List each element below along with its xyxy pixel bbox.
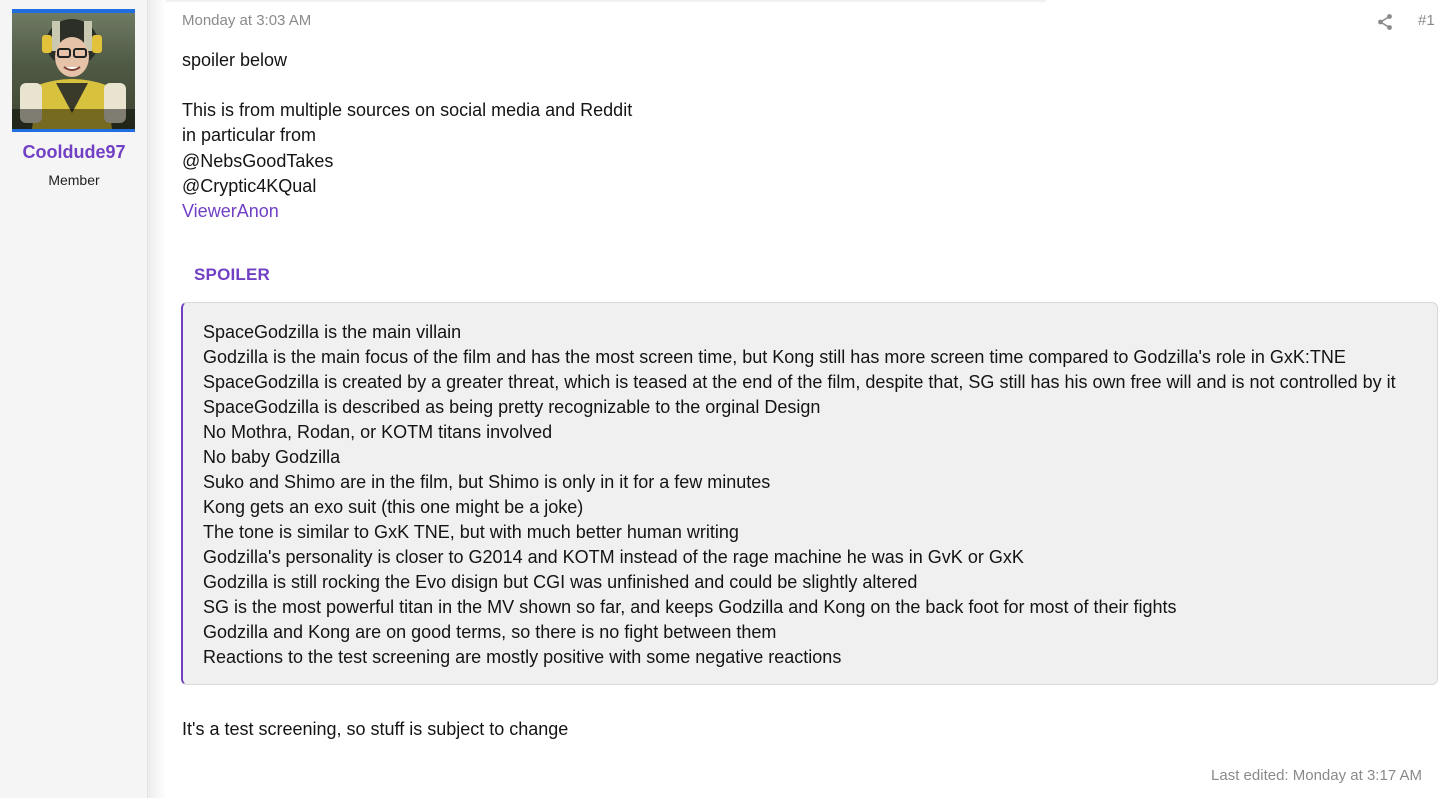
spoiler-item: The tone is similar to GxK TNE, but with… — [203, 522, 739, 542]
vieweranon-link[interactable]: ViewerAnon — [182, 201, 279, 221]
spoiler-item: SG is the most powerful titan in the MV … — [203, 597, 1177, 617]
user-cell-shadow — [148, 0, 166, 798]
post-body: spoiler below This is from multiple sour… — [182, 48, 1432, 224]
avatar[interactable] — [12, 9, 135, 132]
user-title: Member — [48, 172, 100, 188]
spoiler-item: No baby Godzilla — [203, 447, 341, 467]
body-line: This is from multiple sources on social … — [182, 100, 633, 121]
spoiler-item: Godzilla is still rocking the Evo disign… — [203, 572, 918, 592]
spoiler-list: SpaceGodzilla is the main villain Godzill… — [203, 320, 1427, 670]
body-line: in particular from — [182, 125, 317, 146]
spoiler-item: Godzilla's personality is closer to G201… — [203, 547, 1024, 567]
spoiler-item: SpaceGodzilla is described as being pret… — [203, 397, 821, 417]
body-line: spoiler below — [182, 50, 288, 70]
avatar-image — [12, 19, 135, 129]
mention-cryptic4kqual: @Cryptic4KQual — [182, 175, 317, 196]
username-link[interactable]: Cooldude97 — [0, 142, 148, 163]
last-edited-info: Last edited: Monday at 3:17 AM — [1211, 767, 1422, 784]
spoiler-item: SpaceGodzilla is created by a greater th… — [203, 372, 1396, 392]
closing-text: It's a test screening, so stuff is subje… — [182, 719, 569, 739]
mention-nebsgoodtakes: @NebsGoodTakes — [182, 150, 334, 171]
spoiler-toggle-button[interactable]: SPOILER — [194, 265, 270, 285]
post-number-link[interactable]: #1 — [1418, 12, 1435, 29]
post-date-link[interactable]: Monday at 3:03 AM — [182, 12, 311, 29]
spoiler-item: Kong gets an exo suit (this one might be… — [203, 497, 584, 517]
top-divider — [166, 0, 1046, 3]
spoiler-item: Godzilla and Kong are on good terms, so … — [203, 622, 777, 642]
spoiler-item: Suko and Shimo are in the film, but Shim… — [203, 472, 771, 492]
post-page: Cooldude97 Member Monday at 3:03 AM #1 s… — [0, 0, 1456, 798]
spoiler-item: Godzilla is the main focus of the film a… — [203, 347, 1346, 367]
spoiler-item: SpaceGodzilla is the main villain — [203, 322, 462, 342]
spoiler-item: No Mothra, Rodan, or KOTM titans involve… — [203, 422, 553, 442]
spoiler-content: SpaceGodzilla is the main villain Godzill… — [181, 302, 1438, 685]
spoiler-item: Reactions to the test screening are most… — [203, 647, 842, 667]
share-icon[interactable] — [1376, 13, 1394, 31]
user-cell: Cooldude97 Member — [0, 0, 148, 798]
line-break — [182, 73, 1432, 98]
